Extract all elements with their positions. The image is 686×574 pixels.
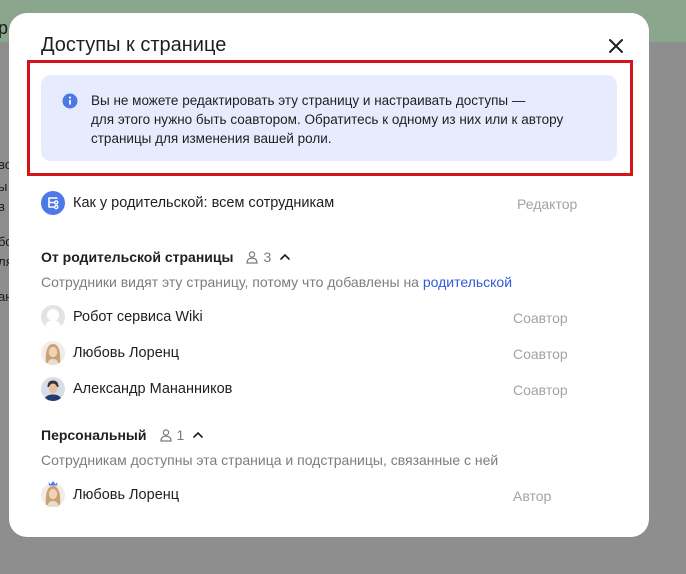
parent-section-count: 3 [245, 249, 271, 265]
member-name: Робот сервиса Wiki [73, 309, 203, 325]
member-name: Александр Мананников [73, 381, 233, 397]
parent-desc-text: Сотрудники видят эту страницу, потому чт… [41, 274, 419, 290]
dialog-title: Доступы к странице [41, 34, 227, 56]
person-icon [159, 429, 172, 442]
inherit-role: Редактор [517, 196, 578, 212]
background-text: в [0, 199, 5, 214]
personal-section-toggle[interactable] [192, 429, 204, 441]
robot-avatar [41, 305, 65, 329]
woman-avatar [41, 341, 65, 365]
woman-avatar-crown [41, 481, 65, 507]
personal-section-title: Персональный [41, 427, 147, 443]
hierarchy-icon [41, 191, 65, 215]
member-role: Соавтор [513, 310, 568, 326]
personal-section-desc: Сотрудникам доступны эта страница и подс… [41, 452, 499, 468]
personal-section-header: Персональный 1 [41, 427, 204, 443]
chevron-up-icon [280, 253, 291, 260]
person-icon [246, 251, 259, 264]
close-button[interactable] [605, 35, 627, 57]
parent-section-header: От родительской страницы 3 [41, 249, 291, 265]
background-text: ы [0, 179, 8, 194]
highlight-frame [27, 60, 633, 176]
crown-icon [48, 481, 58, 486]
access-dialog: Доступы к странице Вы не можете редактир… [9, 13, 649, 537]
parent-section-desc: Сотрудники видят эту страницу, потому чт… [41, 274, 512, 290]
member-role: Автор [513, 488, 552, 504]
inherit-label: Как у родительской: всем сотрудникам [73, 195, 335, 211]
parent-section-title: От родительской страницы [41, 249, 234, 265]
parent-page-link[interactable]: родительской [423, 274, 512, 290]
parent-section-toggle[interactable] [279, 251, 291, 263]
member-role: Соавтор [513, 382, 568, 398]
member-name: Любовь Лоренц [73, 487, 180, 503]
personal-section-count: 1 [159, 427, 185, 443]
background-text: р [0, 18, 9, 38]
close-icon [609, 39, 623, 53]
man-avatar [41, 377, 65, 401]
personal-count-value: 1 [176, 427, 185, 443]
member-name: Любовь Лоренц [73, 345, 180, 361]
member-role: Соавтор [513, 346, 568, 362]
chevron-up-icon [193, 431, 204, 438]
parent-count-value: 3 [263, 249, 272, 265]
